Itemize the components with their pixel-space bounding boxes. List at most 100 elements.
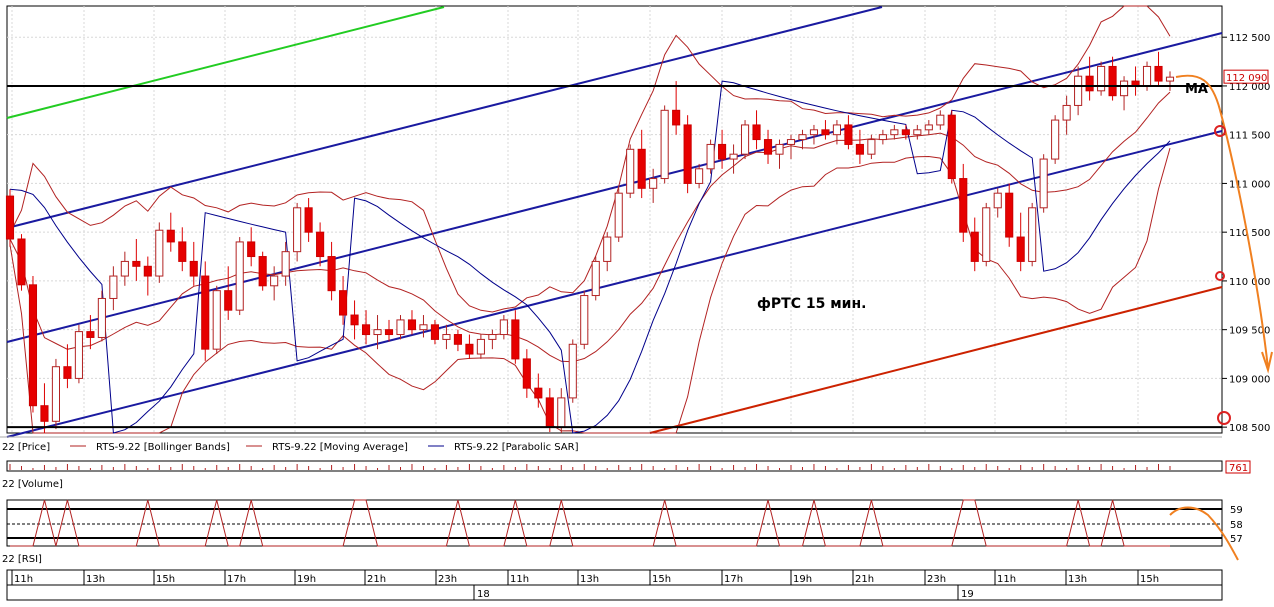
candle-body [63,366,72,379]
candle-body [396,319,405,336]
rsi-panel-label: 22 [RSI] [2,554,42,565]
candle-body [281,251,290,277]
price-tick-label: 111 500 [1229,131,1270,142]
chart-window: 108 500 109 000 109 500 110 000 110 500 111 0… [0,0,1274,603]
candle-body [74,331,83,379]
candle-body [591,260,600,297]
candle-body [1119,80,1129,97]
candle-body [40,405,49,422]
hour-label: 19h [297,574,316,585]
candle-body [775,143,784,155]
price-tick-label: 109 000 [1229,374,1270,385]
candle-body [649,178,658,189]
candle-body [1028,207,1037,262]
candle-body [1165,76,1175,82]
candle-body [614,192,623,238]
candle-body [534,387,543,399]
candle-body [258,256,267,287]
hour-label: 15h [1140,574,1159,585]
candle-body [511,319,520,360]
rsi-tick-label: 59 [1230,505,1243,516]
candle-body [166,229,175,243]
candle-body [890,129,899,136]
day-label: 19 [961,589,974,600]
volume-value-label: 761 [1229,463,1248,474]
candle-body [637,148,646,189]
volume-panel-label: 22 [Volume] [2,479,63,490]
legend-label: RTS-9.22 [Moving Average] [272,442,408,453]
candle-body [580,295,589,345]
legend-label: RTS-9.22 [Bollinger Bands] [96,442,230,453]
candle-body [947,114,956,180]
candle-body [488,334,497,340]
candle-body [419,324,428,331]
hour-label: 17h [227,574,246,585]
hour-label: 13h [1068,574,1087,585]
candle-body [373,329,382,336]
candle-body [143,265,152,277]
candle-body [465,343,474,355]
hour-label: 11h [14,574,33,585]
candle-body [384,329,394,336]
candle-body [557,397,566,428]
hour-label: 15h [652,574,671,585]
candle-body [798,134,807,141]
candle-body [212,290,221,350]
price-tick-label: 111 000 [1229,179,1270,190]
hour-label: 21h [367,574,386,585]
candle-body [924,124,933,131]
hour-label: 17h [724,574,743,585]
candle-body [327,256,336,292]
rsi-tick-label: 57 [1230,534,1243,545]
candle-body [350,314,359,326]
candle-body [1097,65,1106,92]
candle-body [270,275,279,287]
candle-body [407,319,417,331]
candle-body [683,124,692,184]
price-tick-label: 110 500 [1229,228,1270,239]
candle-body [878,134,887,141]
candle-body [1074,75,1083,106]
candle-body [821,129,830,136]
candle-body [1016,236,1025,262]
chart-background [0,0,1274,603]
candle-body [1085,75,1094,92]
candle-body [361,324,371,336]
candle-body [51,366,61,422]
candle-body [1062,104,1071,121]
candle-body [5,195,15,240]
candle-body [844,124,853,145]
candle-body [224,290,233,311]
candle-body [626,148,635,194]
candle-body [201,275,210,350]
candle-body [1154,65,1163,82]
candle-body [901,129,910,136]
candle-body [993,192,1002,209]
candle-body [982,207,991,262]
candle-body [1051,119,1060,160]
candle-body [430,324,440,340]
candle-body [660,109,669,180]
candle-body [316,231,325,258]
candle-body [235,241,244,311]
candle-body [568,343,577,399]
hour-label: 23h [927,574,946,585]
candle-body [740,124,750,155]
candle-body [97,297,106,338]
candle-body [603,236,612,262]
candle-body [786,139,796,145]
candle-body [339,290,348,316]
candle-body [522,358,531,389]
hour-label: 15h [156,574,175,585]
candle-body [247,241,256,258]
hour-label: 11h [997,574,1016,585]
candle-body [809,129,819,136]
candle-body [832,124,841,136]
candle-body [672,109,681,126]
candle-body [442,334,451,340]
chart-svg: 108 500109 000109 500110 000110 500111 0… [0,0,1274,603]
legend-label: 22 [Price] [2,442,50,453]
candle-body [763,139,773,155]
rsi-tick-label: 58 [1230,520,1243,531]
hour-label: 23h [438,574,457,585]
